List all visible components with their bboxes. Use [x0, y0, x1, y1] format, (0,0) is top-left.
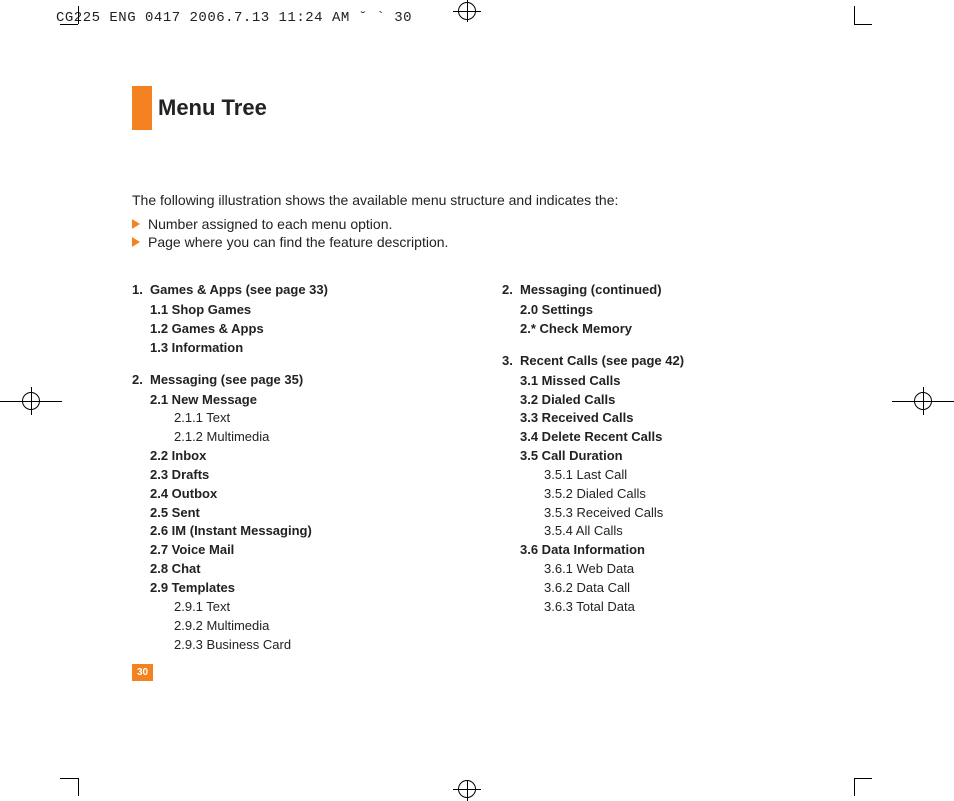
section-number: 3. [502, 353, 520, 368]
column-left: 1.Games & Apps (see page 33) 1.1 Shop Ga… [132, 268, 442, 654]
menu-item: 1.2 Games & Apps [150, 320, 442, 339]
menu-item: 2.4 Outbox [150, 485, 442, 504]
intro-bullets: Number assigned to each menu option. Pag… [132, 216, 448, 252]
submenu-item: 3.6.2 Data Call [544, 579, 812, 598]
section-heading: 3.Recent Calls (see page 42) [502, 353, 812, 368]
menu-item: 1.1 Shop Games [150, 301, 442, 320]
section-title: Messaging (see page 35) [150, 372, 303, 387]
page-number: 30 [132, 664, 153, 681]
menu-item: 2.8 Chat [150, 560, 442, 579]
section-heading: 2.Messaging (see page 35) [132, 372, 442, 387]
submenu-item: 3.5.1 Last Call [544, 466, 812, 485]
menu-item: 3.1 Missed Calls [520, 372, 812, 391]
page-content: Menu Tree The following illustration sho… [78, 24, 854, 778]
submenu-item: 3.5.4 All Calls [544, 522, 812, 541]
page-title: Menu Tree [158, 95, 267, 121]
menu-item: 2.1 New Message [150, 391, 442, 410]
menu-item: 2.2 Inbox [150, 447, 442, 466]
menu-columns: 1.Games & Apps (see page 33) 1.1 Shop Ga… [132, 268, 812, 654]
menu-item: 3.2 Dialed Calls [520, 391, 812, 410]
page-title-block: Menu Tree [132, 86, 267, 130]
title-accent-square [132, 86, 152, 130]
menu-item: 3.6 Data Information [520, 541, 812, 560]
submenu-item: 2.9.1 Text [174, 598, 442, 617]
menu-item: 3.5 Call Duration [520, 447, 812, 466]
section-heading: 2.Messaging (continued) [502, 282, 812, 297]
bullet-text: Page where you can find the feature desc… [148, 234, 448, 250]
section-number: 2. [132, 372, 150, 387]
menu-item: 2.0 Settings [520, 301, 812, 320]
section-title: Messaging (continued) [520, 282, 662, 297]
submenu-item: 3.5.2 Dialed Calls [544, 485, 812, 504]
submenu-item: 2.1.1 Text [174, 409, 442, 428]
menu-item: 2.7 Voice Mail [150, 541, 442, 560]
menu-item: 2.* Check Memory [520, 320, 812, 339]
submenu-item: 3.6.3 Total Data [544, 598, 812, 617]
section-heading: 1.Games & Apps (see page 33) [132, 282, 442, 297]
submenu-item: 3.5.3 Received Calls [544, 504, 812, 523]
menu-item: 2.3 Drafts [150, 466, 442, 485]
menu-item: 2.5 Sent [150, 504, 442, 523]
submenu-item: 2.1.2 Multimedia [174, 428, 442, 447]
section-title: Recent Calls (see page 42) [520, 353, 684, 368]
menu-item: 1.3 Information [150, 339, 442, 358]
bullet-row: Number assigned to each menu option. [132, 216, 448, 232]
submenu-item: 2.9.3 Business Card [174, 636, 442, 655]
triangle-bullet-icon [132, 219, 140, 229]
intro-text: The following illustration shows the ava… [132, 192, 618, 208]
submenu-item: 2.9.2 Multimedia [174, 617, 442, 636]
menu-item: 2.9 Templates [150, 579, 442, 598]
bullet-row: Page where you can find the feature desc… [132, 234, 448, 250]
bullet-text: Number assigned to each menu option. [148, 216, 392, 232]
menu-item: 3.4 Delete Recent Calls [520, 428, 812, 447]
section-number: 2. [502, 282, 520, 297]
triangle-bullet-icon [132, 237, 140, 247]
submenu-item: 3.6.1 Web Data [544, 560, 812, 579]
section-title: Games & Apps (see page 33) [150, 282, 328, 297]
column-right: 2.Messaging (continued) 2.0 Settings 2.*… [502, 268, 812, 654]
menu-item: 3.3 Received Calls [520, 409, 812, 428]
menu-item: 2.6 IM (Instant Messaging) [150, 522, 442, 541]
section-number: 1. [132, 282, 150, 297]
